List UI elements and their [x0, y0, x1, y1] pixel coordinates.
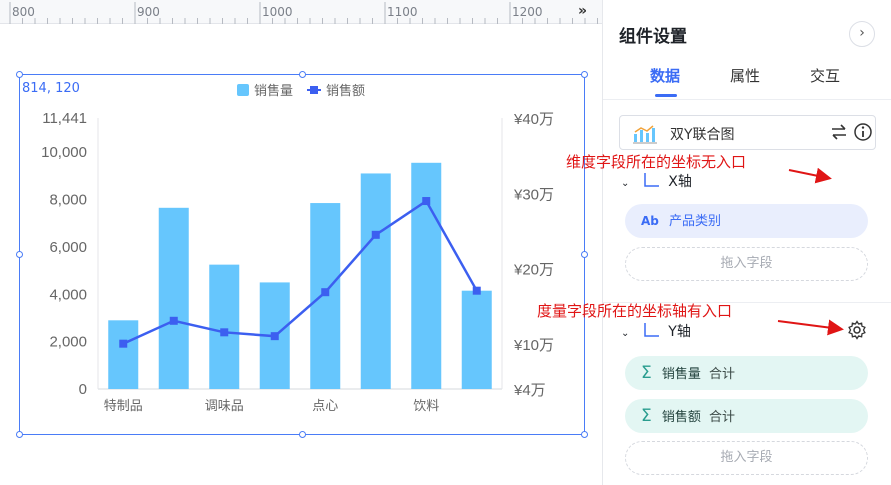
panel-title: 组件设置 — [619, 27, 687, 47]
y-axis-drop-zone[interactable]: 拖入字段 — [625, 441, 868, 475]
line-point[interactable] — [220, 328, 229, 337]
y-axis-label: Y轴 — [668, 324, 691, 340]
y2-tick-label: ¥10万 — [513, 337, 554, 354]
caret-down-icon: ⌄ — [621, 328, 630, 339]
x-axis-label: X轴 — [668, 174, 692, 190]
x-tick-label: 调味品 — [205, 399, 244, 414]
measure-field-pill[interactable]: Σ 销售额 合计 — [625, 399, 868, 433]
chevron-right-icon[interactable]: › — [849, 21, 875, 47]
settings-panel: 组件设置 › 数据 属性 交互 双Y联合图 ⌄ X轴 Ab 产品类别 拖入字段 … — [602, 0, 891, 485]
x-axis-drop-zone[interactable]: 拖入字段 — [625, 247, 868, 281]
measure-field-pill[interactable]: Σ 销售量 合计 — [625, 356, 868, 390]
x-tick-label: 特制品 — [104, 399, 143, 414]
y-tick-label: 11,441 — [42, 110, 87, 127]
line-point[interactable] — [472, 286, 481, 295]
y-tick-label: 4,000 — [49, 286, 87, 303]
dual-axis-chart: 0 2,000 4,000 6,000 8,000 10,000 11,441 ¥4万 ¥10… — [41, 110, 554, 414]
y-tick-label: 0 — [79, 381, 87, 398]
annotation-y-axis: 度量字段所在的坐标轴有入口 — [537, 302, 733, 320]
sum-icon: Σ — [641, 363, 652, 383]
line-point[interactable] — [321, 288, 330, 297]
line-point[interactable] — [119, 339, 128, 348]
line-point[interactable] — [371, 230, 380, 239]
info-icon[interactable] — [853, 122, 873, 142]
tab-properties[interactable]: 属性 — [730, 65, 760, 86]
field-name: 销售量 — [661, 367, 701, 382]
bar-mark[interactable] — [360, 173, 391, 389]
line-point[interactable] — [270, 332, 279, 341]
panel-tabs: 数据 属性 交互 — [603, 62, 891, 98]
bar-mark[interactable] — [209, 264, 240, 389]
bar-mark[interactable] — [411, 162, 442, 389]
caret-down-icon: ⌄ — [621, 178, 630, 189]
y-tick-label: 2,000 — [49, 334, 87, 351]
y-tick-label: 6,000 — [49, 239, 87, 256]
aggregation-label: 合计 — [709, 410, 736, 425]
divider — [603, 99, 891, 100]
y2-tick-label: ¥40万 — [513, 111, 554, 128]
x-tick-label: 点心 — [312, 399, 338, 414]
tab-interaction[interactable]: 交互 — [810, 65, 840, 86]
swap-icon[interactable] — [830, 123, 848, 141]
tab-data[interactable]: 数据 — [650, 65, 680, 86]
annotation-x-axis: 维度字段所在的坐标无入口 — [566, 153, 747, 171]
line-point[interactable] — [422, 197, 431, 206]
y-axis-section[interactable]: ⌄ Y轴 — [621, 321, 691, 341]
x-axis-icon — [644, 173, 659, 187]
chart-type-selector[interactable]: 双Y联合图 — [619, 115, 876, 150]
dual-axis-chart-icon — [633, 125, 657, 144]
y2-tick-label: ¥20万 — [513, 262, 554, 279]
y2-tick-label: ¥4万 — [513, 382, 546, 399]
y-axis-icon — [644, 323, 659, 337]
y2-tick-label: ¥30万 — [513, 186, 554, 203]
text-type-icon: Ab — [641, 214, 659, 228]
y-tick-label: 10,000 — [41, 144, 87, 161]
x-tick-label: 饮料 — [413, 399, 439, 414]
active-tab-indicator — [655, 94, 677, 97]
x-axis-section[interactable]: ⌄ X轴 — [621, 171, 692, 191]
y-tick-label: 8,000 — [49, 192, 87, 209]
chart-type-label: 双Y联合图 — [670, 127, 735, 143]
bar-mark[interactable] — [158, 207, 189, 389]
aggregation-label: 合计 — [709, 367, 736, 382]
bar-mark[interactable] — [461, 290, 492, 389]
gear-icon[interactable] — [847, 320, 867, 340]
bar-mark[interactable] — [108, 320, 139, 389]
dimension-field-pill[interactable]: Ab 产品类别 — [625, 204, 868, 238]
sum-icon: Σ — [641, 406, 652, 426]
field-name: 销售额 — [661, 410, 701, 425]
field-name: 产品类别 — [669, 214, 722, 229]
line-point[interactable] — [169, 316, 178, 325]
